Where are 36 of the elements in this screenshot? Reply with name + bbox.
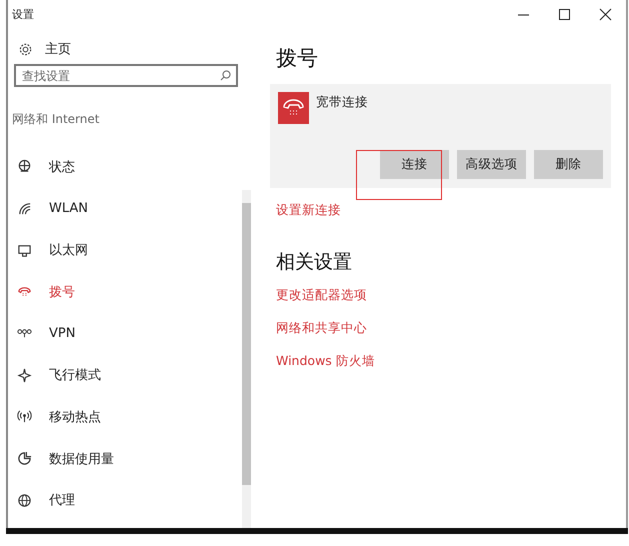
nav-icon xyxy=(17,451,32,466)
window-title: 设置 xyxy=(11,6,34,22)
nav-icon xyxy=(17,242,32,258)
action-button[interactable]: 删除 xyxy=(534,150,603,179)
nav-icon xyxy=(17,159,32,174)
scrollbar-thumb[interactable] xyxy=(242,203,251,485)
action-button[interactable]: 高级选项 xyxy=(457,150,526,179)
nav-item[interactable]: VPN xyxy=(8,312,233,354)
nav-item[interactable]: WLAN xyxy=(8,188,233,230)
connection-card[interactable]: 宽带连接 连接 高级选项 删除 xyxy=(270,84,611,188)
maximize-icon[interactable] xyxy=(558,8,571,20)
search-field[interactable]: 查找设置 xyxy=(14,64,238,87)
nav-item[interactable]: 数据使用量 xyxy=(8,438,233,480)
nav-icon xyxy=(17,409,32,424)
nav-icon xyxy=(17,492,32,508)
nav-item[interactable]: 飞行模式 xyxy=(8,354,233,396)
nav-icon xyxy=(17,368,32,383)
nav-item[interactable]: 代理 xyxy=(8,480,233,522)
nav-item[interactable]: 状态 xyxy=(8,146,233,188)
section-title: 相关设置 xyxy=(276,250,352,275)
close-icon[interactable] xyxy=(599,8,612,20)
action-button[interactable]: 连接 xyxy=(380,150,449,179)
page-title: 拨号 xyxy=(276,45,318,72)
related-link[interactable]: 网络和共享中心 xyxy=(276,320,367,337)
nav-icon xyxy=(17,201,32,216)
scrollbar[interactable] xyxy=(242,190,251,528)
nav-item[interactable]: 移动热点 xyxy=(8,396,233,438)
nav-item[interactable]: 以太网 xyxy=(8,229,233,272)
gear-icon xyxy=(18,42,33,56)
related-link[interactable]: 更改适配器选项 xyxy=(276,287,367,304)
connection-name: 宽带连接 xyxy=(316,94,368,111)
new-connection-link[interactable]: 设置新连接 xyxy=(276,202,341,219)
nav-item[interactable]: 拨号 xyxy=(8,271,233,313)
section-heading: 网络和 Internet xyxy=(12,111,100,128)
related-link[interactable]: Windows 防火墙 xyxy=(276,353,375,370)
search-icon xyxy=(220,70,231,81)
